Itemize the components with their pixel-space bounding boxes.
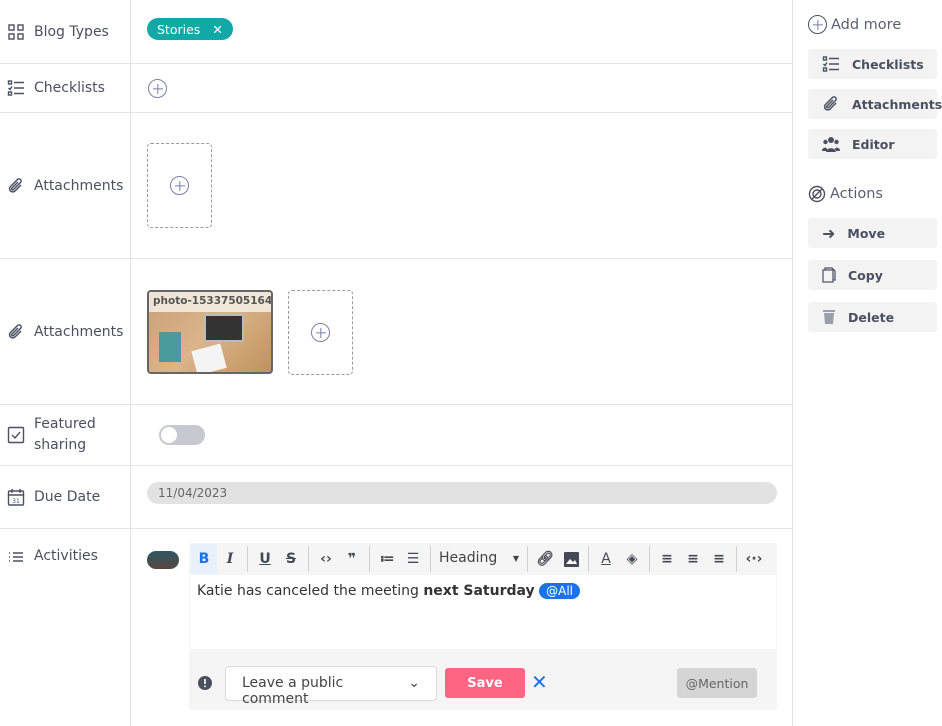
move-button[interactable]: ➜ Move — [808, 218, 937, 248]
add-checklist-button[interactable] — [148, 79, 167, 98]
field-label: Attachments — [34, 323, 124, 340]
attachment-filename: photo-153375051645... — [149, 292, 271, 312]
align-center-button[interactable]: ≡ — [680, 544, 706, 574]
row-featured-sharing: Featured sharing — [0, 405, 792, 466]
avatar — [147, 551, 179, 569]
align-right-button[interactable]: ≡ — [706, 544, 732, 574]
source-code-button[interactable]: ‹·› — [741, 544, 767, 574]
bullet-list-button[interactable]: ☰ — [400, 544, 426, 574]
delete-button[interactable]: Delete — [808, 302, 937, 332]
field-label: Activities — [34, 548, 98, 564]
field-label: Attachments — [34, 177, 124, 194]
paperclip-icon — [8, 323, 22, 339]
due-date-input[interactable]: 11/04/2023 — [147, 482, 777, 504]
strikethrough-button[interactable]: S — [278, 544, 304, 574]
comment-editor: B I U S ‹› ❞ ≔ ☰ Heading ▼ 🔗︎ A ◈ ≡ ≡ ≡ ‹… — [189, 543, 777, 710]
image-icon — [563, 551, 579, 567]
save-button[interactable]: Save — [445, 668, 525, 698]
ordered-list-button[interactable]: ≔ — [374, 544, 400, 574]
add-attachment-dropzone[interactable] — [147, 143, 212, 228]
copy-button[interactable]: Copy — [808, 260, 937, 290]
comment-visibility-select[interactable]: Leave a public comment ⌄ — [225, 666, 437, 707]
row-checklists: Checklists — [0, 64, 792, 113]
row-attachments-empty: Attachments — [0, 113, 792, 259]
checklist-icon — [7, 80, 24, 96]
checkbox-icon — [7, 426, 25, 444]
calendar-icon: 31 — [7, 489, 25, 506]
field-label: Due Date — [34, 489, 101, 505]
actions-heading: Actions — [830, 186, 883, 202]
code-button[interactable]: ‹› — [313, 544, 339, 574]
list-icon — [9, 552, 23, 562]
paperclip-icon — [8, 177, 22, 193]
plus-icon — [170, 176, 189, 195]
bold-button[interactable]: B — [191, 544, 217, 574]
plus-icon — [311, 323, 330, 342]
add-attachments-button[interactable]: Attachments — [808, 89, 942, 119]
comment-textarea[interactable]: Katie has canceled the meeting next Satu… — [190, 575, 776, 649]
text-color-button[interactable]: A — [593, 544, 619, 574]
users-icon — [822, 137, 840, 152]
add-attachment-dropzone[interactable] — [288, 290, 353, 375]
row-blog-types: Blog Types Stories ✕ — [0, 0, 792, 64]
quote-button[interactable]: ❞ — [339, 544, 365, 574]
add-circle-icon — [808, 15, 827, 34]
copy-icon — [822, 267, 836, 283]
card-details: Blog Types Stories ✕ Checklists Attachmen… — [0, 0, 793, 726]
attachment-thumbnail[interactable]: photo-153375051645... — [147, 290, 273, 374]
underline-button[interactable]: U — [252, 544, 278, 574]
row-due-date: 31 Due Date 11/04/2023 — [0, 466, 792, 529]
actions-icon — [808, 185, 826, 203]
image-button[interactable] — [558, 544, 584, 574]
highlight-button[interactable]: ◈ — [619, 544, 645, 574]
mention-tag: @All — [539, 583, 581, 599]
add-checklists-button[interactable]: Checklists — [808, 49, 937, 79]
paperclip-icon — [823, 96, 837, 111]
field-label: Featured sharing — [34, 416, 96, 453]
add-editor-button[interactable]: Editor — [808, 129, 937, 159]
tag-stories[interactable]: Stories ✕ — [147, 18, 233, 40]
trash-icon — [823, 310, 835, 324]
link-button[interactable]: 🔗︎ — [532, 544, 558, 574]
close-icon[interactable]: ✕ — [531, 670, 548, 694]
chevron-down-icon: ⌄ — [408, 675, 420, 691]
field-label: Blog Types — [34, 23, 109, 40]
info-icon — [198, 676, 212, 690]
add-more-heading: Add more — [831, 16, 902, 33]
grid-icon — [8, 23, 24, 40]
mention-button[interactable]: @Mention — [677, 668, 757, 698]
featured-sharing-toggle[interactable] — [159, 425, 205, 445]
heading-select[interactable]: Heading ▼ — [435, 550, 523, 568]
field-label: Checklists — [34, 80, 105, 96]
checklist-icon — [822, 56, 839, 72]
remove-tag-icon[interactable]: ✕ — [212, 22, 222, 37]
row-activities: Activities B I U S ‹› ❞ ≔ ☰ Heading ▼ 🔗︎ … — [0, 529, 792, 726]
align-left-button[interactable]: ≡ — [654, 544, 680, 574]
editor-toolbar: B I U S ‹› ❞ ≔ ☰ Heading ▼ 🔗︎ A ◈ ≡ ≡ ≡ ‹… — [189, 543, 777, 575]
svg-text:31: 31 — [12, 498, 20, 505]
arrow-right-icon: ➜ — [822, 223, 836, 243]
row-attachments: Attachments photo-153375051645... — [0, 259, 792, 405]
italic-button[interactable]: I — [217, 544, 243, 574]
caret-down-icon: ▼ — [512, 554, 519, 563]
